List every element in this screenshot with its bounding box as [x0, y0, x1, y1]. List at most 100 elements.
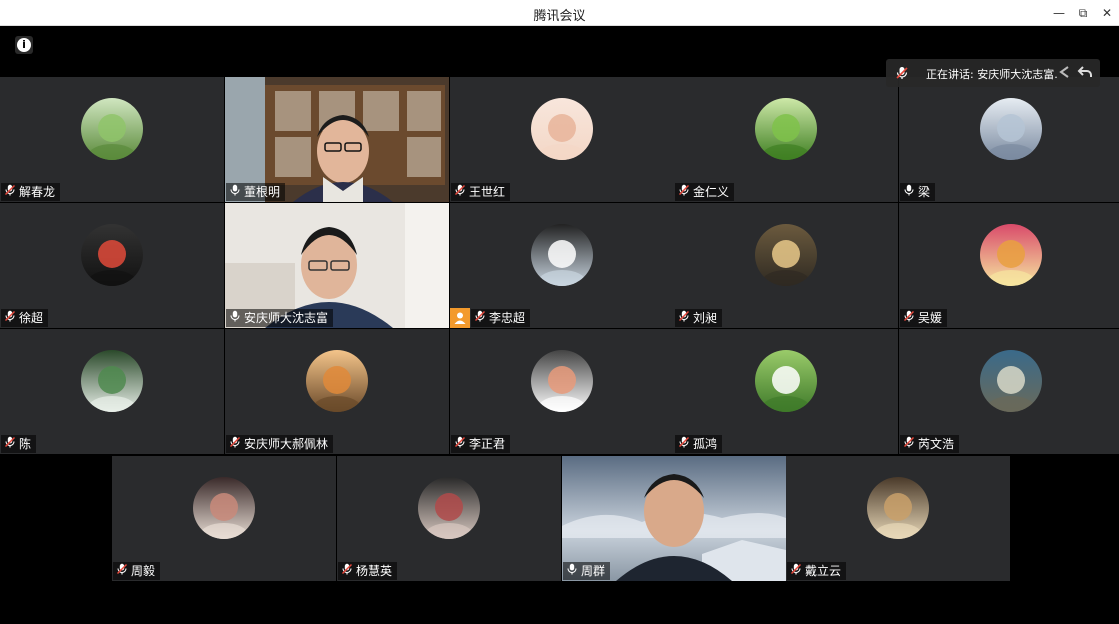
- meeting-info-button[interactable]: i: [15, 36, 33, 54]
- participant-name-label: 周毅: [113, 562, 161, 580]
- participant-name-label: 刘昶: [675, 309, 723, 327]
- participant-name: 陈: [19, 437, 32, 451]
- participant-name-label: 安庆师大郝佩林: [226, 435, 334, 453]
- participant-name-label: 戴立云: [787, 562, 847, 580]
- participant-name: 梁: [918, 185, 931, 199]
- participant-name: 李正君: [469, 437, 506, 451]
- mic-icon: [566, 562, 578, 580]
- return-arrow-icon[interactable]: [1077, 64, 1093, 80]
- avatar: [867, 477, 929, 539]
- participant-name-label: 吴媛: [900, 309, 948, 327]
- mic-muted-icon: [229, 435, 241, 453]
- participant-name: 王世红: [469, 185, 506, 199]
- mic-muted-icon: [454, 435, 466, 453]
- participant-name: 董根明: [244, 185, 281, 199]
- mic-muted-icon: [790, 562, 802, 580]
- participant-name-label: 李忠超: [471, 309, 531, 327]
- participant-name: 吴媛: [918, 311, 943, 325]
- participant-tile[interactable]: 戴立云: [786, 456, 1010, 581]
- participant-tile[interactable]: 金仁义: [674, 77, 898, 202]
- close-button[interactable]: ✕: [1096, 3, 1118, 23]
- participant-name-label: 芮文浩: [900, 435, 960, 453]
- participant-tile[interactable]: 王世红: [450, 77, 674, 202]
- user-icon: [450, 308, 470, 328]
- collapse-arrow-icon[interactable]: [1056, 64, 1072, 80]
- participant-name-label: 梁: [900, 183, 936, 201]
- avatar: [418, 477, 480, 539]
- participant-tile[interactable]: 安庆师大郝佩林: [225, 329, 449, 454]
- mic-muted-icon: [678, 435, 690, 453]
- avatar: [193, 477, 255, 539]
- info-icon: i: [17, 38, 31, 52]
- avatar: [531, 98, 593, 160]
- mic-icon: [229, 309, 241, 327]
- participant-tile[interactable]: 陈: [0, 329, 224, 454]
- mic-muted-icon: [678, 309, 690, 327]
- avatar: [81, 98, 143, 160]
- participant-tile[interactable]: 吴媛: [899, 203, 1119, 328]
- participant-name-label: 王世红: [451, 183, 511, 201]
- mic-muted-icon: [678, 183, 690, 201]
- participant-name-label: 杨慧英: [338, 562, 398, 580]
- avatar: [980, 350, 1042, 412]
- mic-muted-icon: [474, 309, 486, 327]
- avatar: [755, 98, 817, 160]
- title-bar: 腾讯会议 — ⧉ ✕: [0, 0, 1119, 26]
- participant-name: 安庆师大沈志富: [244, 311, 329, 325]
- mic-muted-icon: [341, 562, 353, 580]
- avatar: [81, 350, 143, 412]
- participant-tile[interactable]: 刘昶: [674, 203, 898, 328]
- participant-name: 金仁义: [693, 185, 730, 199]
- speaking-indicator: 正在讲话: 安庆师大沈志富...: [886, 59, 1100, 87]
- participant-tile[interactable]: 芮文浩: [899, 329, 1119, 454]
- participant-tile[interactable]: 徐超: [0, 203, 224, 328]
- participant-name-label: 陈: [1, 435, 37, 453]
- avatar: [755, 350, 817, 412]
- participant-name: 安庆师大郝佩林: [244, 437, 329, 451]
- avatar: [980, 224, 1042, 286]
- mic-icon: [229, 183, 241, 201]
- participant-name-label: 李正君: [451, 435, 511, 453]
- participant-name: 徐超: [19, 311, 44, 325]
- minimize-button[interactable]: —: [1048, 3, 1070, 23]
- avatar: [755, 224, 817, 286]
- participant-tile[interactable]: 安庆师大沈志富: [225, 203, 449, 328]
- participant-name: 周毅: [131, 564, 156, 578]
- participant-tile[interactable]: 梁: [899, 77, 1119, 202]
- avatar: [531, 350, 593, 412]
- participant-tile[interactable]: 李正君: [450, 329, 674, 454]
- window-title: 腾讯会议: [533, 9, 586, 24]
- participant-tile[interactable]: 周群: [562, 456, 786, 581]
- mic-muted-icon: [4, 183, 16, 201]
- participant-tile[interactable]: 解春龙: [0, 77, 224, 202]
- participant-tile[interactable]: 董根明: [225, 77, 449, 202]
- mic-muted-icon: [895, 66, 909, 83]
- participant-name-label: 解春龙: [1, 183, 61, 201]
- participant-name-label: 安庆师大沈志富: [226, 309, 334, 327]
- avatar: [980, 98, 1042, 160]
- participant-tile[interactable]: 杨慧英: [337, 456, 561, 581]
- mic-muted-icon: [454, 183, 466, 201]
- participant-name-label: 董根明: [226, 183, 286, 201]
- participant-name: 刘昶: [693, 311, 718, 325]
- mic-muted-icon: [903, 309, 915, 327]
- mic-muted-icon: [116, 562, 128, 580]
- speaking-text: 正在讲话: 安庆师大沈志富...: [926, 68, 1058, 81]
- participant-tile[interactable]: 李忠超: [450, 203, 674, 328]
- mic-muted-icon: [4, 309, 16, 327]
- participant-name-label: 金仁义: [675, 183, 735, 201]
- participant-name-label: 徐超: [1, 309, 49, 327]
- participant-name-label: 孤鸿: [675, 435, 723, 453]
- participant-name: 芮文浩: [918, 437, 955, 451]
- avatar: [306, 350, 368, 412]
- avatar: [81, 224, 143, 286]
- participant-name: 杨慧英: [356, 564, 393, 578]
- participant-name-label: 周群: [563, 562, 611, 580]
- participant-tile[interactable]: 周毅: [112, 456, 336, 581]
- mic-muted-icon: [903, 435, 915, 453]
- avatar: [531, 224, 593, 286]
- participant-name: 孤鸿: [693, 437, 718, 451]
- restore-button[interactable]: ⧉: [1072, 3, 1094, 23]
- participant-tile[interactable]: 孤鸿: [674, 329, 898, 454]
- participant-name: 李忠超: [489, 311, 526, 325]
